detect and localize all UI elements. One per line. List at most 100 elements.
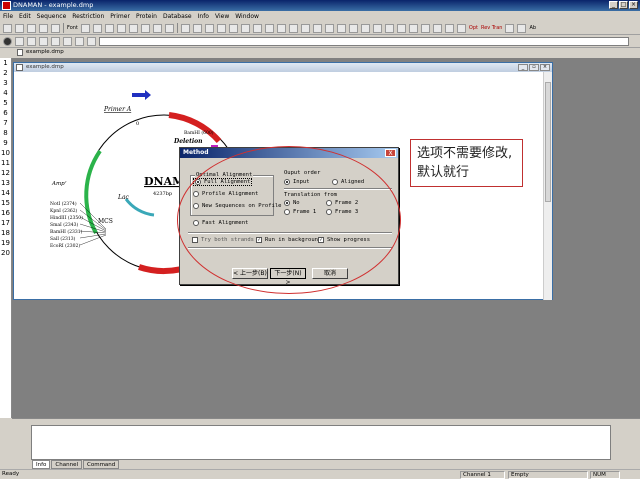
line-number-gutter: 1 2 3 4 5 6 7 8 9 10 11 12 13 14 15 16 1…	[0, 58, 12, 418]
menu-edit[interactable]: Edit	[19, 13, 31, 20]
menu-database[interactable]: Database	[163, 13, 192, 20]
document-tab-bar: example.dmp	[0, 48, 640, 58]
tool-icon-19[interactable]	[396, 23, 406, 33]
primer-label: Primer A	[103, 106, 132, 113]
menu-file[interactable]: File	[3, 13, 13, 20]
document-tab[interactable]: example.dmp	[26, 49, 64, 55]
site-label: SmaI (2343)	[50, 221, 78, 228]
zoom-icon[interactable]	[152, 23, 162, 33]
cd-icon[interactable]	[3, 36, 12, 46]
line-number: 14	[1, 189, 10, 197]
line-number: 2	[3, 69, 8, 77]
tool-icon-3[interactable]	[204, 23, 214, 33]
tool-icon-22[interactable]	[432, 23, 442, 33]
open-icon[interactable]	[15, 23, 24, 33]
line-number: 13	[1, 179, 10, 187]
menu-primer[interactable]: Primer	[110, 13, 130, 20]
tool-icon-25[interactable]	[505, 23, 515, 33]
tool-icon-24[interactable]	[456, 23, 466, 33]
tool-icon-4[interactable]	[216, 23, 226, 33]
menu-window[interactable]: Window	[235, 13, 259, 20]
dialog-close-button[interactable]: X	[385, 149, 396, 157]
tool-icon-18[interactable]	[384, 23, 394, 33]
tool-icon-12[interactable]	[312, 23, 322, 33]
tool-icon-15[interactable]	[348, 23, 358, 33]
doc-close-button[interactable]: ×	[540, 64, 550, 71]
tab-channel[interactable]: Channel	[51, 460, 83, 469]
zero-label: 0	[136, 121, 139, 127]
line-number: 20	[1, 249, 10, 257]
menu-view[interactable]: View	[215, 13, 229, 20]
tool-b-icon[interactable]	[27, 36, 36, 46]
opt-button[interactable]: Opt	[469, 25, 478, 31]
sequence-selector[interactable]	[99, 36, 629, 46]
tool-d-icon[interactable]	[51, 36, 60, 46]
redo-icon[interactable]	[128, 23, 138, 33]
preview-icon[interactable]	[51, 23, 60, 33]
close-button[interactable]: ×	[629, 1, 638, 9]
menu-protein[interactable]: Protein	[136, 13, 157, 20]
tool-icon-9[interactable]	[276, 23, 286, 33]
tool-g-icon[interactable]	[87, 36, 96, 46]
tool-e-icon[interactable]	[63, 36, 72, 46]
document-icon	[16, 64, 23, 71]
document-title: example.dmp	[26, 64, 64, 70]
new-icon[interactable]	[3, 23, 12, 33]
tool-icon-21[interactable]	[420, 23, 430, 33]
find-icon[interactable]	[140, 23, 150, 33]
output-textbox[interactable]	[31, 425, 611, 460]
doc-minimize-button[interactable]: _	[518, 64, 528, 71]
menu-info[interactable]: Info	[198, 13, 209, 20]
doc-restore-button[interactable]: ▫	[529, 64, 539, 71]
site-label: NotI (2374)	[50, 200, 77, 207]
minimize-button[interactable]: _	[609, 1, 618, 9]
tool-f-icon[interactable]	[75, 36, 84, 46]
tool-icon-17[interactable]	[372, 23, 382, 33]
secondary-toolbar	[0, 35, 640, 48]
document-icon	[17, 49, 23, 56]
maximize-button[interactable]: □	[619, 1, 628, 9]
undo-icon[interactable]	[116, 23, 126, 33]
tab-info[interactable]: Info	[32, 460, 51, 469]
copy-icon[interactable]	[92, 23, 102, 33]
ab-button[interactable]: Ab	[529, 25, 536, 31]
tool-icon-26[interactable]	[517, 23, 527, 33]
status-empty: Empty	[508, 471, 588, 479]
site-label: SalI (2313)	[50, 235, 76, 242]
tool-icon-5[interactable]	[228, 23, 238, 33]
tool-icon-11[interactable]	[300, 23, 310, 33]
tool-icon-7[interactable]	[252, 23, 262, 33]
menu-sequence[interactable]: Sequence	[37, 13, 67, 20]
menu-restriction[interactable]: Restriction	[72, 13, 104, 20]
tool-icon-13[interactable]	[324, 23, 334, 33]
document-scrollbar[interactable]	[543, 72, 552, 300]
main-toolbar: Font Opt Rev Tran Ab	[0, 22, 640, 35]
primer-arrow	[132, 90, 151, 100]
tool-icon-8[interactable]	[264, 23, 274, 33]
tool-icon-1[interactable]	[180, 23, 190, 33]
tool-c-icon[interactable]	[39, 36, 48, 46]
tool-icon-23[interactable]	[444, 23, 454, 33]
tab-command[interactable]: Command	[83, 460, 120, 469]
tool-icon-2[interactable]	[192, 23, 202, 33]
rev-tran-button[interactable]: Rev Tran	[481, 25, 502, 31]
tool-icon-16[interactable]	[360, 23, 370, 33]
app-icon	[2, 1, 11, 10]
tool-icon-14[interactable]	[336, 23, 346, 33]
site-label: KpnI (2362)	[50, 207, 78, 214]
tool-icon-10[interactable]	[288, 23, 298, 33]
save-icon[interactable]	[27, 23, 36, 33]
site-label: BamHI (2331)	[50, 228, 83, 235]
scrollbar-thumb[interactable]	[545, 82, 551, 202]
cut-icon[interactable]	[80, 23, 90, 33]
tool-icon-6[interactable]	[240, 23, 250, 33]
mcs-label: MCS	[98, 218, 113, 225]
line-number: 12	[1, 169, 10, 177]
tool-icon-20[interactable]	[408, 23, 418, 33]
app-titlebar: DNAMAN - example.dmp _ □ ×	[0, 0, 640, 11]
tool-a-icon[interactable]	[15, 36, 24, 46]
print-icon[interactable]	[39, 23, 48, 33]
font-button[interactable]: Font	[67, 25, 78, 31]
paste-icon[interactable]	[104, 23, 114, 33]
replace-icon[interactable]	[164, 23, 174, 33]
